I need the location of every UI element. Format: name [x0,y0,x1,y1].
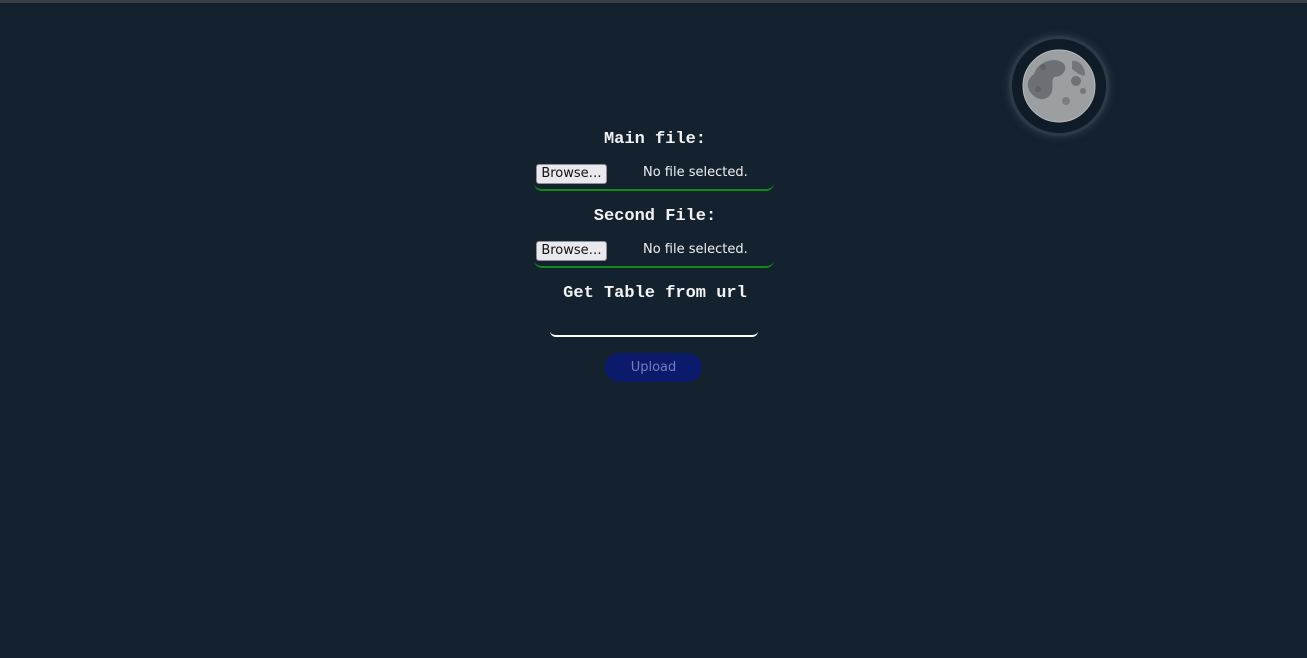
main-file-input[interactable]: Browse… No file selected. [534,163,774,191]
upload-button[interactable]: Upload [605,353,702,382]
second-file-browse-button[interactable]: Browse… [536,241,607,261]
moon-icon [1022,49,1096,123]
second-file-status: No file selected. [643,242,748,257]
main-file-status: No file selected. [643,165,748,180]
page: Main file: Browse… No file selected. Sec… [0,0,1307,658]
top-border [0,0,1307,3]
main-file-label: Main file: [603,130,707,149]
url-label: Get Table from url [563,284,747,303]
second-file-label: Second File: [593,207,717,226]
second-file-input[interactable]: Browse… No file selected. [534,240,774,268]
main-file-browse-button[interactable]: Browse… [536,164,607,184]
theme-toggle-button[interactable] [1012,39,1106,133]
url-input[interactable] [550,311,758,337]
